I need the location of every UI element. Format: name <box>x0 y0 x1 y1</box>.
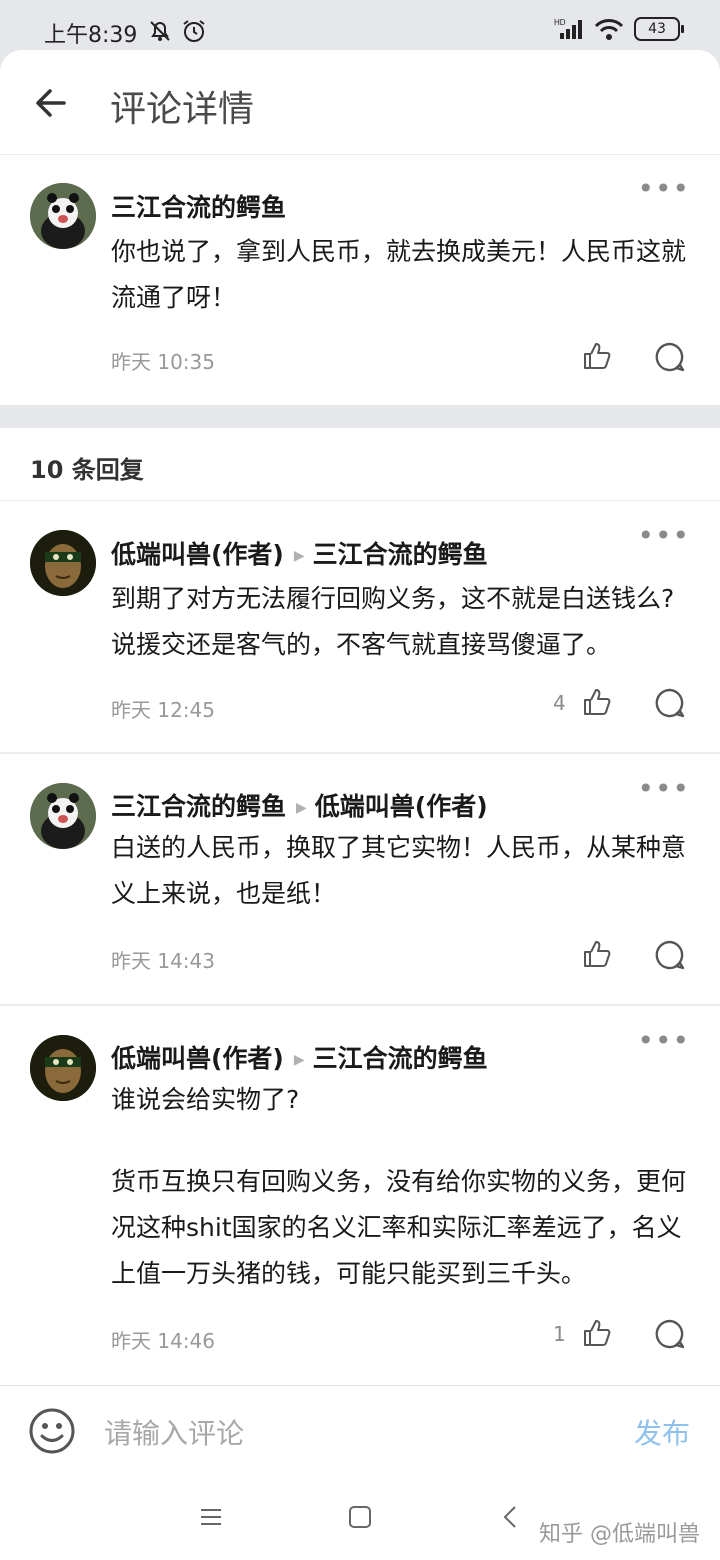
watermark: 知乎 @低端叫兽 <box>539 1522 700 1547</box>
home-icon[interactable] <box>348 1505 372 1529</box>
header: 评论详情 <box>0 50 720 155</box>
wifi-icon <box>594 19 624 40</box>
reply-author-line: 低端叫兽(作者) ▶ 三江合流的鳄鱼 <box>111 1039 488 1075</box>
avatar[interactable] <box>30 183 96 249</box>
replies-count: 10 条回复 <box>30 456 144 484</box>
publish-button[interactable]: 发布 <box>634 1412 690 1452</box>
back-arrow-icon[interactable] <box>34 86 68 120</box>
replies-header: 10 条回复 <box>0 428 720 501</box>
comment-time: 昨天 10:35 <box>111 350 215 374</box>
svg-text:HD: HD <box>554 18 566 27</box>
avatar[interactable] <box>30 1035 96 1101</box>
like-icon[interactable] <box>582 1318 612 1348</box>
like-icon[interactable] <box>582 341 612 371</box>
avatar[interactable] <box>30 783 96 849</box>
reply-icon[interactable] <box>654 341 686 373</box>
more-options-icon[interactable]: ••• <box>637 1027 690 1055</box>
like-count: 1 <box>553 1322 566 1346</box>
alarm-icon <box>183 20 205 42</box>
system-nav-bar: 知乎 @低端叫兽 <box>0 1474 720 1560</box>
reply-time: 昨天 14:43 <box>111 949 215 973</box>
reply-author[interactable]: 低端叫兽(作者) <box>111 1044 284 1073</box>
reply-target[interactable]: 三江合流的鳄鱼 <box>313 540 488 569</box>
reply-author-line: 三江合流的鳄鱼 ▶ 低端叫兽(作者) <box>111 787 488 823</box>
like-icon[interactable] <box>582 939 612 969</box>
reply-text: 到期了对方无法履行回购义务，这不就是白送钱么?说援交还是客气的，不客气就直接骂傻… <box>111 584 675 659</box>
reply-arrow-icon: ▶ <box>296 800 307 816</box>
main-comment: 三江合流的鳄鱼 ••• 你也说了，拿到人民币，就去换成美元！人民币这就流通了呀！… <box>0 154 720 405</box>
reply-arrow-icon: ▶ <box>293 548 305 564</box>
reply-text-line1: 谁说会给实物了? <box>111 1085 300 1114</box>
list-item: 三江合流的鳄鱼 ▶ 低端叫兽(作者) ••• 白送的人民币，换取了其它实物！人民币，… <box>0 754 720 1004</box>
reply-target[interactable]: 三江合流的鳄鱼 <box>313 1044 488 1073</box>
more-options-icon[interactable]: ••• <box>637 522 690 550</box>
reply-author-line: 低端叫兽(作者) ▶ 三江合流的鳄鱼 <box>111 535 488 571</box>
page-title: 评论详情 <box>110 89 255 130</box>
reply-text: 白送的人民币，换取了其它实物！人民币，从某种意义上来说，也是纸！ <box>111 833 687 908</box>
list-item: 低端叫兽(作者) ▶ 三江合流的鳄鱼 ••• 到期了对方无法履行回购义务，这不就是白… <box>0 501 720 752</box>
reply-arrow-icon: ▶ <box>293 1052 305 1068</box>
comment-text: 你也说了，拿到人民币，就去换成美元！人民币这就流通了呀！ <box>111 237 687 312</box>
reply-time: 昨天 12:45 <box>111 698 215 722</box>
battery-indicator: 43 <box>634 17 684 41</box>
menu-icon[interactable] <box>200 1507 222 1527</box>
reply-author[interactable]: 低端叫兽(作者) <box>111 540 284 569</box>
mute-bell-icon <box>150 21 170 41</box>
reply-author[interactable]: 三江合流的鳄鱼 <box>111 792 286 821</box>
signal-icon: HD <box>554 18 582 39</box>
main-card: 评论详情 三江合流的鳄鱼 ••• 你也说了，拿到人民币，就去换成美元！人民币这就… <box>0 50 720 405</box>
list-item: 低端叫兽(作者) ▶ 三江合流的鳄鱼 ••• 谁说会给实物了? 货币互换只有回购义务… <box>0 1006 720 1385</box>
like-icon[interactable] <box>582 687 612 717</box>
like-count: 4 <box>553 691 566 715</box>
more-options-icon[interactable]: ••• <box>637 175 690 203</box>
replies-list: 低端叫兽(作者) ▶ 三江合流的鳄鱼 ••• 到期了对方无法履行回购义务，这不就是白… <box>0 501 720 1385</box>
reply-icon[interactable] <box>654 687 686 719</box>
emoji-icon[interactable] <box>28 1407 76 1455</box>
reply-text-line2: 货币互换只有回购义务，没有给你实物的义务，更何况这种shit国家的名义汇率和实际… <box>111 1167 687 1288</box>
nav-back-icon[interactable] <box>502 1505 518 1529</box>
more-options-icon[interactable]: ••• <box>637 775 690 803</box>
reply-target[interactable]: 低端叫兽(作者) <box>315 792 488 821</box>
reply-time: 昨天 14:46 <box>111 1329 215 1353</box>
status-time: 上午8:39 <box>44 23 138 48</box>
comment-author[interactable]: 三江合流的鳄鱼 <box>111 188 286 224</box>
reply-icon[interactable] <box>654 1318 686 1350</box>
avatar[interactable] <box>30 530 96 596</box>
reply-icon[interactable] <box>654 939 686 971</box>
comment-input-bar: 请输入评论 发布 <box>0 1385 720 1474</box>
comment-input[interactable]: 请输入评论 <box>104 1412 244 1452</box>
